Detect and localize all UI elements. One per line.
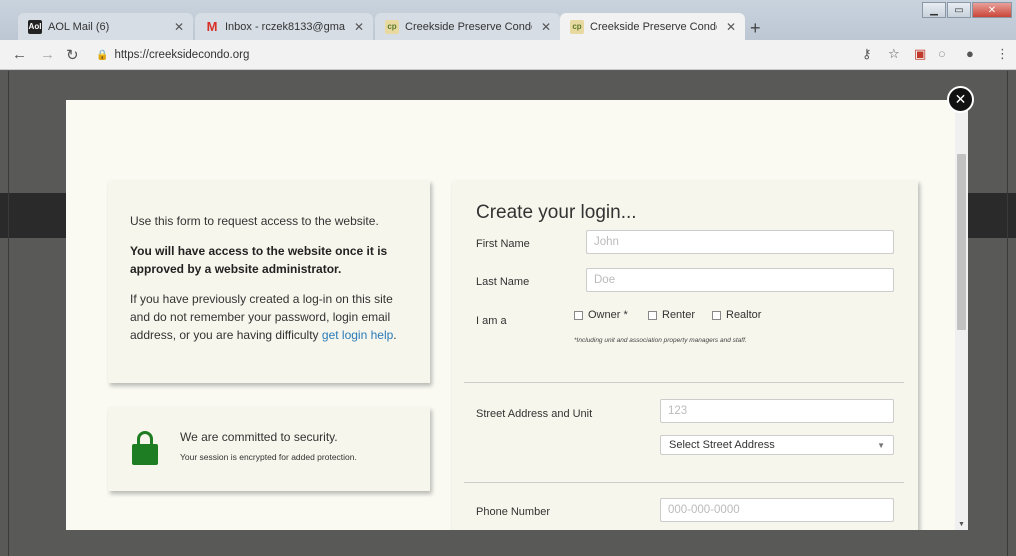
tab-creekside-1[interactable]: cp Creekside Preserve Condominium ✕ (375, 13, 560, 40)
phone-input[interactable]: 000-000-0000 (660, 498, 894, 522)
url-text: https://creeksidecondo.org (114, 49, 250, 61)
maximize-button[interactable]: ▭ (947, 2, 971, 18)
creekside-favicon-icon: cp (385, 19, 399, 34)
forward-arrow-icon[interactable]: → (40, 46, 55, 63)
security-title: We are committed to security. (180, 430, 338, 444)
owner-note: *Including unit and association property… (574, 337, 747, 344)
street-address-label: Street Address and Unit (476, 408, 593, 420)
street-select-value: Select Street Address (669, 439, 775, 451)
extension-icon[interactable]: ○ (938, 46, 946, 61)
info-card: Use this form to request access to the w… (108, 180, 430, 383)
tab-title: Inbox - rczek8133@gmail.com (225, 20, 345, 33)
scroll-down-arrow-icon[interactable]: ▼ (958, 521, 965, 528)
window-controls: ▁ ▭ ✕ (922, 2, 1012, 18)
close-tab-icon[interactable]: ✕ (538, 20, 554, 34)
first-name-label: First Name (476, 238, 530, 250)
divider (464, 482, 904, 483)
address-bar[interactable]: 🔒 https://creeksidecondo.org (96, 45, 856, 65)
renter-checkbox[interactable]: Renter (648, 309, 695, 321)
creekside-favicon-icon: cp (570, 19, 584, 34)
window-close-button[interactable]: ✕ (972, 2, 1012, 18)
form-title: Create your login... (476, 202, 637, 223)
login-form: Create your login... First Name John Las… (452, 180, 918, 530)
minimize-button[interactable]: ▁ (922, 2, 946, 18)
key-icon[interactable]: ⚷ (862, 46, 872, 62)
new-tab-button[interactable]: + (750, 18, 761, 39)
tab-title: AOL Mail (6) (48, 20, 110, 33)
profile-icon[interactable]: ● (966, 46, 974, 61)
realtor-label: Realtor (726, 309, 762, 321)
owner-label: Owner * (588, 309, 628, 321)
tab-creekside-2[interactable]: cp Creekside Preserve Condominium ✕ (560, 13, 745, 40)
tab-title: Creekside Preserve Condominium (405, 20, 532, 33)
scrollbar-thumb[interactable] (957, 154, 966, 330)
tab-title: Creekside Preserve Condominium (590, 20, 717, 33)
modal-close-button[interactable]: ✕ (947, 86, 974, 113)
approval-notice: You will have access to the website once… (130, 244, 388, 276)
reload-icon[interactable]: ↻ (66, 46, 79, 64)
pocket-icon[interactable]: ▣ (914, 46, 926, 62)
security-card: We are committed to security. Your sessi… (108, 407, 430, 491)
close-tab-icon[interactable]: ✕ (351, 20, 367, 34)
owner-checkbox[interactable]: Owner * (574, 309, 628, 321)
first-name-input[interactable]: John (586, 230, 894, 254)
close-tab-icon[interactable]: ✕ (171, 20, 187, 34)
divider (464, 382, 904, 383)
aol-favicon-icon: Aol (28, 19, 42, 34)
back-arrow-icon[interactable]: ← (12, 46, 27, 63)
tab-bar: Aol AOL Mail (6) ✕ M Inbox - rczek8133@g… (0, 0, 1016, 40)
tab-aol-mail[interactable]: Aol AOL Mail (6) ✕ (18, 13, 193, 40)
dropdown-arrow-icon: ▼ (877, 440, 885, 450)
get-login-help-link[interactable]: get login help (322, 328, 393, 342)
browser-toolbar: ← → ↻ 🔒 https://creeksidecondo.org ⚷ ☆ ▣… (0, 40, 1016, 70)
intro-text: Use this form to request access to the w… (130, 214, 379, 228)
padlock-icon: 🔒 (96, 49, 109, 61)
last-name-label: Last Name (476, 276, 530, 288)
help-paragraph: If you have previously created a log-in … (130, 290, 408, 344)
menu-icon[interactable]: ⋮ (996, 46, 1009, 62)
tab-gmail-inbox[interactable]: M Inbox - rczek8133@gmail.com ✕ (195, 13, 373, 40)
close-tab-icon[interactable]: ✕ (723, 20, 739, 34)
street-address-select[interactable]: Select Street Address ▼ (660, 435, 894, 455)
phone-label: Phone Number (476, 506, 550, 518)
modal-scrollbar[interactable]: ▼ (955, 100, 968, 530)
login-modal: Use this form to request access to the w… (66, 100, 968, 530)
unit-input[interactable]: 123 (660, 399, 894, 423)
security-subtitle: Your session is encrypted for added prot… (180, 452, 357, 462)
realtor-checkbox[interactable]: Realtor (712, 309, 761, 321)
lock-icon (132, 431, 158, 465)
i-am-label: I am a (476, 315, 507, 327)
gmail-favicon-icon: M (206, 19, 218, 34)
help-end: . (393, 328, 397, 342)
star-icon[interactable]: ☆ (888, 46, 900, 62)
last-name-input[interactable]: Doe (586, 268, 894, 292)
renter-label: Renter (662, 309, 696, 321)
